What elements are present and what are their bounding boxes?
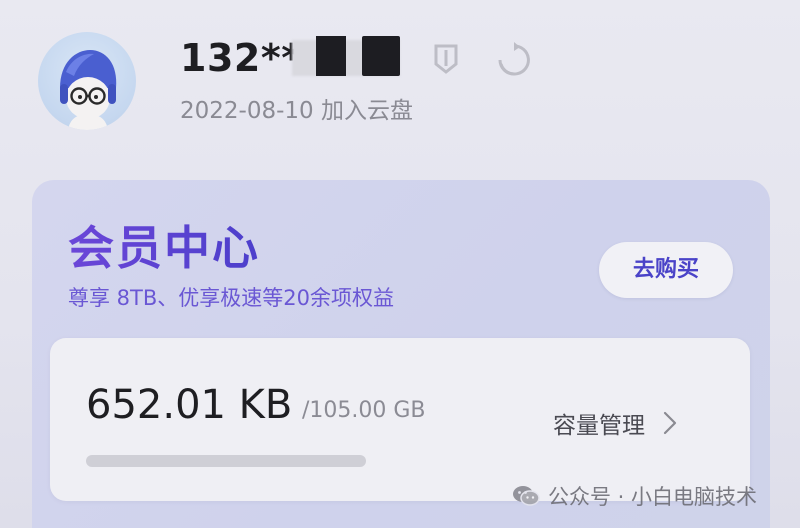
- join-date: 2022-08-10 加入云盘: [180, 98, 413, 124]
- avatar[interactable]: [38, 32, 136, 130]
- storage-panel[interactable]: 652.01 KB /105.00 GB 容量管理: [50, 338, 750, 501]
- vip-subtitle: 尊享 8TB、优享极速等20余项权益: [68, 286, 394, 310]
- username: 132**: [180, 36, 302, 80]
- capacity-manage-link[interactable]: 容量管理: [553, 406, 677, 440]
- redaction-mark: [316, 36, 346, 76]
- watermark: 公众号 · 小白电脑技术: [512, 480, 757, 512]
- avatar-cartoon-helmet-glasses-icon: [60, 50, 117, 130]
- capacity-manage-label: 容量管理: [553, 413, 645, 439]
- refresh-icon: [498, 42, 530, 76]
- vip-title: 会员中心: [68, 221, 260, 275]
- redaction-mark: [362, 36, 400, 76]
- wechat-icon: [513, 486, 540, 506]
- profile-header: 132** 2022-08-10 加入云盘: [0, 0, 800, 170]
- badge-icon: [434, 44, 458, 74]
- watermark-text: 公众号 · 小白电脑技术: [548, 485, 758, 509]
- storage-total: /105.00 GB: [302, 398, 426, 423]
- storage-progress-bar: [86, 455, 366, 467]
- storage-used: 652.01 KB: [86, 382, 293, 428]
- vip-center-card[interactable]: 会员中心 尊享 8TB、优享极速等20余项权益 去购买 652.01 KB /1…: [32, 180, 770, 528]
- buy-button[interactable]: 去购买: [599, 242, 733, 298]
- chevron-right-icon: [663, 411, 677, 435]
